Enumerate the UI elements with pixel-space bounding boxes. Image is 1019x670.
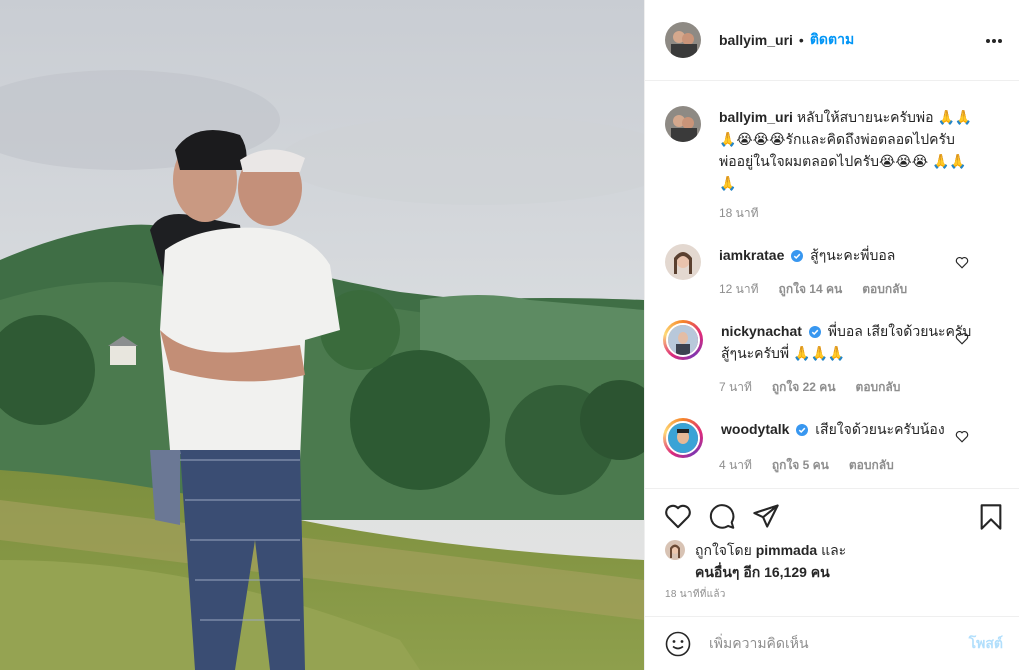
likes-summary: ถูกใจโดย pimmada และ คนอื่นๆ อีก 16,129 … [665,539,846,583]
comment-username[interactable]: iamkratae [719,247,784,263]
likes-others[interactable]: คนอื่นๆ อีก 16,129 คน [695,564,830,580]
comment-meta: 4 นาที ถูกใจ 5 คน ตอบกลับ [719,456,894,475]
action-bar [645,488,1019,540]
heart-icon[interactable] [664,503,692,529]
comment-like-icon[interactable] [955,430,969,443]
comment-text-block: woodytalk เสียใจด้วยนะครับน้อง [721,418,977,458]
verified-badge-icon [808,326,821,338]
posted-time[interactable]: 18 นาทีที่แล้ว [665,587,726,602]
comment-username[interactable]: nickynachat [721,323,802,339]
caption-text-block: ballyim_uri หลับให้สบายนะครับพ่อ 🙏🙏🙏😭😭😭ร… [719,106,975,194]
post-header: ballyim_uri • ติดตาม [645,0,1019,81]
story-ring[interactable] [663,320,703,360]
comment-item: iamkratae สู้ๆนะคะพี่บอล [665,244,1001,280]
commenter-avatar [666,421,700,455]
comment-likes[interactable]: ถูกใจ 22 คน [772,378,836,397]
verified-badge-icon [791,250,804,262]
caption: ballyim_uri หลับให้สบายนะครับพ่อ 🙏🙏🙏😭😭😭ร… [665,106,1001,194]
commenter-avatar[interactable] [665,244,701,280]
comment-text: สู้ๆนะคะพี่บอล [810,247,896,263]
author-username[interactable]: ballyim_uri [719,32,793,48]
emoji-icon[interactable] [665,631,691,657]
comment-icon[interactable] [708,503,736,530]
commenter-avatar [666,323,700,357]
verified-badge-icon [796,424,809,436]
separator-dot: • [798,32,804,48]
story-ring[interactable] [663,418,703,458]
comment-item: woodytalk เสียใจด้วยนะครับน้อง [663,418,1001,458]
comment-text: เสียใจด้วยนะครับน้อง [815,421,945,437]
reply-button[interactable]: ตอบกลับ [856,378,901,397]
more-icon[interactable] [985,31,1003,49]
reply-button[interactable]: ตอบกลับ [849,456,894,475]
comment-likes[interactable]: ถูกใจ 5 คน [772,456,829,475]
comment-text-block: nickynachat พี่บอล เสียใจด้วยนะครับ สู้ๆ… [721,320,977,364]
caption-avatar[interactable] [665,106,701,142]
caption-time[interactable]: 18 นาที [719,204,759,223]
bookmark-icon[interactable] [979,503,1003,531]
comment-meta: 12 นาที ถูกใจ 14 คน ตอบกลับ [719,280,907,299]
comment-item: nickynachat พี่บอล เสียใจด้วยนะครับ สู้ๆ… [663,320,1001,364]
post-image [0,0,644,670]
caption-username[interactable]: ballyim_uri [719,109,793,125]
likes-text: ถูกใจโดย pimmada และ คนอื่นๆ อีก 16,129 … [695,539,846,583]
comment-like-icon[interactable] [955,332,969,345]
post-photo[interactable] [0,0,644,670]
comments-list: ballyim_uri หลับให้สบายนะครับพ่อ 🙏🙏🙏😭😭😭ร… [645,98,1019,490]
comment-meta: 7 นาที ถูกใจ 22 คน ตอบกลับ [719,378,900,397]
share-icon[interactable] [752,503,780,529]
reply-button[interactable]: ตอบกลับ [862,280,907,299]
follow-button[interactable]: ติดตาม [810,29,854,51]
add-comment-bar: เพิ่มความคิดเห็น โพสต์ [645,616,1019,670]
likes-prefix: ถูกใจโดย [695,542,752,558]
author-avatar[interactable] [665,22,701,58]
comment-text-block: iamkratae สู้ๆนะคะพี่บอล [719,244,975,280]
comment-time[interactable]: 7 นาที [719,378,752,397]
post-comment-button[interactable]: โพสต์ [969,633,1003,655]
liker-username[interactable]: pimmada [756,542,817,558]
post-sidebar: ballyim_uri • ติดตาม ballyim_uri หลับให้… [644,0,1019,670]
comment-input[interactable]: เพิ่มความคิดเห็น [709,633,969,655]
likes-and: และ [821,542,847,558]
comment-likes[interactable]: ถูกใจ 14 คน [779,280,843,299]
comment-time[interactable]: 12 นาที [719,280,759,299]
comment-like-icon[interactable] [955,256,969,269]
comment-time[interactable]: 4 นาที [719,456,752,475]
liker-avatar[interactable] [665,540,685,560]
comment-username[interactable]: woodytalk [721,421,789,437]
